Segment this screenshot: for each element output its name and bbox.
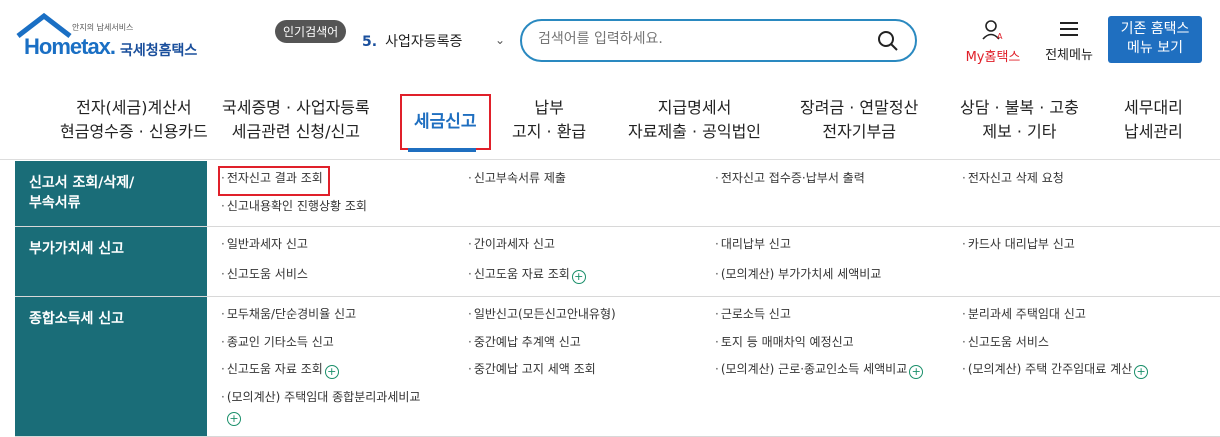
plus-circle-icon[interactable]: +	[571, 269, 586, 284]
menu-item[interactable]: 종교인 기타소득 신고	[221, 333, 468, 357]
menu-item[interactable]: 모두채움/단순경비율 신고	[221, 305, 468, 329]
menu-item[interactable]: 근로소득 신고	[715, 305, 962, 329]
menu-item[interactable]: 신고도움 서비스	[962, 333, 1212, 357]
plus-circle-icon[interactable]: +	[227, 411, 241, 426]
old-hometax-button[interactable]: 기존 홈택스 메뉴 보기	[1108, 16, 1202, 63]
nav-incentive[interactable]: 장려금 · 연말정산 전자기부금	[800, 96, 918, 144]
menu-item[interactable]: 분리과세 주택임대 신고	[962, 305, 1212, 329]
logo-korean: 국세청홈택스	[120, 43, 198, 59]
old-hometax-line1: 기존 홈택스	[1120, 21, 1190, 37]
menu-item[interactable]: (모의계산) 부가가치세 세액비교	[715, 265, 962, 291]
plus-circle-icon[interactable]: +	[1134, 365, 1149, 379]
menu-item[interactable]: 신고도움 서비스	[221, 265, 468, 291]
section-title: 부가가치세 신고	[15, 227, 207, 296]
svg-text:A: A	[997, 32, 1003, 40]
menu-item[interactable]: 대리납부 신고	[715, 235, 962, 261]
menu-item[interactable]: 간이과세자 신고	[468, 235, 715, 261]
menu-item[interactable]: 신고도움 자료 조회+	[221, 360, 468, 384]
menu-item[interactable]: 일반과세자 신고	[221, 235, 468, 261]
plus-circle-icon[interactable]: +	[909, 365, 924, 379]
menu-item[interactable]: 전자신고 결과 조회	[218, 166, 330, 196]
nav-statement[interactable]: 지급명세서 자료제출 · 공익법인	[628, 96, 761, 144]
nav-tax-agent[interactable]: 세무대리 납세관리	[1124, 96, 1183, 144]
nav-tax-filing[interactable]: 세금신고	[400, 94, 491, 150]
plus-circle-icon[interactable]: +	[324, 365, 339, 379]
menu-item[interactable]: (모의계산) 근로·종교인소득 세액비교+	[715, 360, 962, 384]
logo-text: Hometax.	[24, 34, 116, 59]
section-title: 종합소득세 신고	[15, 297, 207, 436]
popular-search-rank[interactable]: 5. 사업자등록증	[362, 31, 462, 51]
main-nav: 전자(세금)계산서 현금영수증 · 신용카드 국세증명 · 사업자등록 세금관련 신…	[0, 82, 1220, 160]
tax-filing-submenu: 신고서 조회/삭제/부속서류 전자신고 결과 조회 신고부속서류 제출 전자신고…	[15, 161, 1220, 437]
all-menu-label: 전체메뉴	[1045, 48, 1093, 63]
menu-item[interactable]: 토지 등 매매차익 예정신고	[715, 333, 962, 357]
menu-item[interactable]: (모의계산) 주택 간주임대료 계산+	[962, 360, 1212, 384]
search-box[interactable]	[520, 19, 917, 62]
user-icon: A	[982, 20, 1003, 41]
menu-item[interactable]: 신고부속서류 제출	[468, 169, 715, 193]
nav-certificate[interactable]: 국세증명 · 사업자등록 세금관련 신청/신고	[222, 96, 370, 144]
section-vat: 부가가치세 신고 일반과세자 신고 간이과세자 신고 대리납부 신고 카드사 대…	[15, 227, 1220, 297]
hamburger-icon	[1060, 22, 1078, 36]
menu-item[interactable]: 신고내용확인 진행상황 조회	[221, 197, 468, 221]
section-income-tax: 종합소득세 신고 모두채움/단순경비율 신고 일반신고(모든신고안내유형) 근로…	[15, 297, 1220, 437]
rank-number: 5.	[362, 34, 378, 50]
my-hometax-label: My홈택스	[965, 50, 1021, 65]
section-report-inquiry: 신고서 조회/삭제/부속서류 전자신고 결과 조회 신고부속서류 제출 전자신고…	[15, 161, 1220, 227]
section-title: 신고서 조회/삭제/부속서류	[15, 161, 207, 226]
search-icon[interactable]	[877, 30, 899, 52]
chevron-down-icon[interactable]: ⌄	[495, 33, 505, 47]
nav-payment[interactable]: 납부 고지 · 환급	[512, 96, 586, 144]
active-nav-underline	[408, 148, 476, 152]
logo-subtitle: 안지의 납세서비스	[72, 23, 134, 32]
popular-search-badge: 인기검색어	[275, 20, 347, 43]
menu-item[interactable]: 신고도움 자료 조회+	[468, 265, 715, 291]
rank-term[interactable]: 사업자등록증	[385, 34, 462, 50]
menu-item[interactable]: 일반신고(모든신고안내유형)	[468, 305, 715, 329]
menu-item[interactable]: 카드사 대리납부 신고	[962, 235, 1212, 261]
old-hometax-line2: 메뉴 보기	[1127, 40, 1183, 56]
menu-item[interactable]: 전자신고 접수증·납부서 출력	[715, 169, 962, 193]
nav-e-invoice[interactable]: 전자(세금)계산서 현금영수증 · 신용카드	[60, 96, 208, 144]
hometax-logo[interactable]: 안지의 납세서비스 Hometax. 국세청홈택스	[14, 12, 224, 62]
nav-consult[interactable]: 상담 · 불복 · 고충 제보 · 기타	[960, 96, 1079, 144]
menu-item[interactable]: 중간예납 추계액 신고	[468, 333, 715, 357]
menu-item[interactable]: 전자신고 삭제 요청	[962, 169, 1212, 193]
menu-item[interactable]: 중간예납 고지 세액 조회	[468, 360, 715, 384]
top-header: 안지의 납세서비스 Hometax. 국세청홈택스 인기검색어 5. 사업자등록증…	[0, 0, 1220, 82]
all-menu-button[interactable]: 전체메뉴	[1038, 20, 1100, 63]
menu-item[interactable]: (모의계산) 주택임대 종합분리과세비교+	[221, 388, 468, 431]
my-hometax-button[interactable]: A My홈택스	[960, 20, 1026, 65]
search-input[interactable]	[538, 31, 858, 47]
